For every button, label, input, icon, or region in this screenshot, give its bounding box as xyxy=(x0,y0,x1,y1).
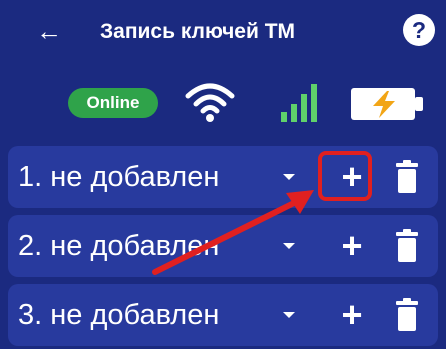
key-slot-label: 2. не добавлен xyxy=(18,230,220,262)
key-slot-2: 2. не добавлен + xyxy=(8,215,438,277)
battery-charging-icon xyxy=(351,88,423,120)
key-slot-1: 1. не добавлен + xyxy=(8,146,438,208)
back-arrow-icon[interactable]: ← xyxy=(34,16,64,46)
chevron-down-icon[interactable] xyxy=(278,235,300,257)
add-key-button[interactable]: + xyxy=(330,224,374,268)
chevron-down-icon[interactable] xyxy=(278,166,300,188)
trash-icon[interactable] xyxy=(393,160,421,194)
trash-icon[interactable] xyxy=(393,229,421,263)
wifi-icon xyxy=(185,83,235,122)
add-button-highlight xyxy=(318,151,372,201)
key-slot-label: 1. не добавлен xyxy=(18,161,220,193)
key-slot-3: 3. не добавлен + xyxy=(8,284,438,346)
page-title: Запись ключей ТМ xyxy=(100,20,296,43)
cellular-signal-icon xyxy=(281,84,317,122)
chevron-down-icon[interactable] xyxy=(278,304,300,326)
add-key-button[interactable]: + xyxy=(330,293,374,337)
online-status-badge: Online xyxy=(68,88,158,118)
key-slot-label: 3. не добавлен xyxy=(18,299,220,331)
trash-icon[interactable] xyxy=(393,298,421,332)
help-button[interactable]: ? xyxy=(403,14,435,46)
